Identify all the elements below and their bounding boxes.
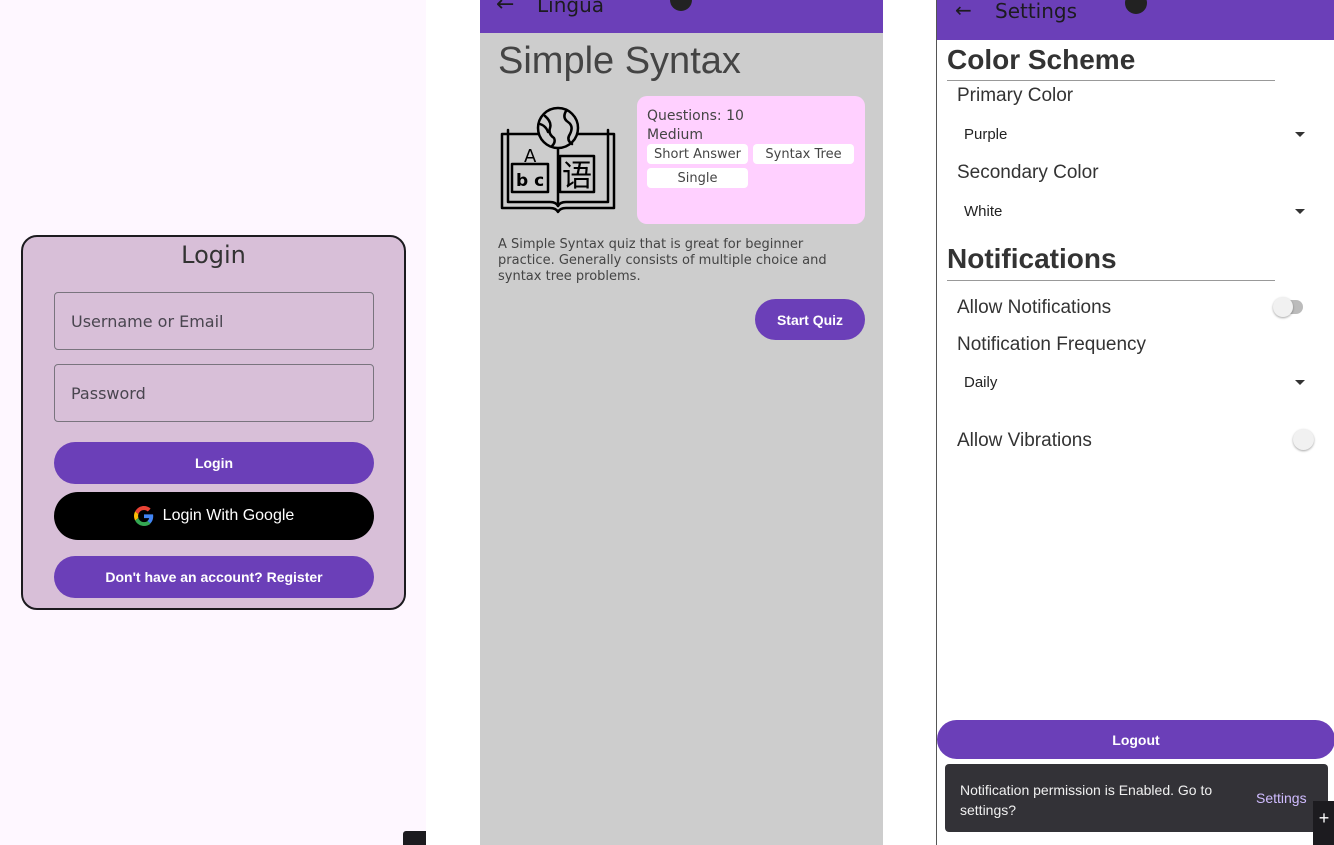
register-button-label: Don't have an account? Register (105, 569, 323, 585)
section-divider (947, 80, 1275, 81)
image-hanzi: 语 (562, 159, 592, 194)
login-button[interactable]: Login (54, 442, 374, 484)
chevron-down-icon (1295, 131, 1305, 137)
notifications-heading: Notifications (947, 243, 1117, 274)
overlay-handle[interactable] (403, 831, 426, 845)
question-count: Questions: 10 (647, 108, 744, 124)
quiz-info-card: Questions: 10 Medium Short Answer Syntax… (637, 96, 865, 224)
back-arrow-icon[interactable]: ← (955, 0, 972, 22)
secondary-color-dropdown[interactable]: White (957, 199, 1307, 223)
difficulty-label: Medium (647, 127, 703, 143)
google-button-label: Login With Google (162, 507, 295, 524)
login-card: Login Login Login With Google Don't have… (21, 235, 406, 610)
switch-thumb (1293, 429, 1314, 450)
login-screen: Login Login Login With Google Don't have… (0, 0, 426, 845)
login-button-label: Login (194, 455, 234, 471)
quiz-app-bar-title: Lingua (537, 0, 605, 17)
quiz-description: A Simple Syntax quiz that is great for b… (498, 237, 827, 284)
plus-icon[interactable]: + (1313, 801, 1334, 845)
start-quiz-button[interactable]: Start Quiz (755, 299, 865, 340)
section-divider (947, 280, 1275, 281)
allow-notifications-switch[interactable] (1273, 297, 1305, 317)
primary-color-dropdown[interactable]: Purple (957, 122, 1307, 146)
tag-chip: Short Answer (647, 144, 748, 164)
color-scheme-heading: Color Scheme (947, 44, 1136, 75)
notification-frequency-value: Daily (964, 373, 998, 391)
notification-snackbar: Notification permission is Enabled. Go t… (945, 764, 1328, 832)
notification-frequency-dropdown[interactable]: Daily (957, 370, 1307, 394)
quiz-detail-screen: ← Lingua Simple Syntax A b c 语 Questions… (480, 0, 883, 845)
settings-app-bar: ← Settings (937, 0, 1334, 40)
primary-color-value: Purple (964, 125, 1008, 143)
snackbar-settings-action[interactable]: Settings (1256, 790, 1307, 806)
secondary-color-label: Secondary Color (957, 162, 1099, 183)
camera-cutout (670, 0, 692, 11)
back-arrow-icon[interactable]: ← (496, 0, 514, 17)
quiz-title: Simple Syntax (498, 40, 741, 82)
screenshot-collage: Login Login Login With Google Don't have… (0, 0, 1334, 845)
quiz-app-bar: ← Lingua (480, 0, 883, 33)
snackbar-message: Notification permission is Enabled. Go t… (960, 782, 1213, 818)
allow-notifications-label: Allow Notifications (957, 297, 1112, 318)
logout-label: Logout (1112, 731, 1160, 748)
notification-frequency-label: Notification Frequency (957, 334, 1147, 355)
google-g-icon (133, 506, 153, 526)
settings-screen: ← Settings Color Scheme Primary Color Pu… (936, 0, 1334, 845)
allow-vibrations-label: Allow Vibrations (957, 430, 1092, 451)
switch-thumb (1273, 297, 1293, 317)
username-field[interactable] (54, 292, 374, 350)
tag-chip: Syntax Tree (753, 144, 854, 164)
camera-cutout (1125, 0, 1147, 14)
google-login-button[interactable]: Login With Google (54, 492, 374, 540)
image-letter-a: A (524, 146, 537, 167)
start-quiz-label: Start Quiz (776, 311, 844, 328)
chevron-down-icon (1295, 379, 1305, 385)
logout-button[interactable]: Logout (937, 720, 1334, 759)
register-button[interactable]: Don't have an account? Register (54, 556, 374, 598)
secondary-color-value: White (964, 202, 1003, 220)
settings-app-bar-title: Settings (995, 0, 1078, 23)
primary-color-label: Primary Color (957, 85, 1074, 106)
book-globe-icon: A b c 语 (500, 106, 616, 214)
allow-vibrations-switch[interactable] (1293, 429, 1315, 451)
chevron-down-icon (1295, 208, 1305, 214)
tag-chip: Single (647, 168, 748, 188)
password-field[interactable] (54, 364, 374, 422)
image-letters-bc: b c (516, 171, 544, 191)
login-title: Login (181, 241, 246, 269)
